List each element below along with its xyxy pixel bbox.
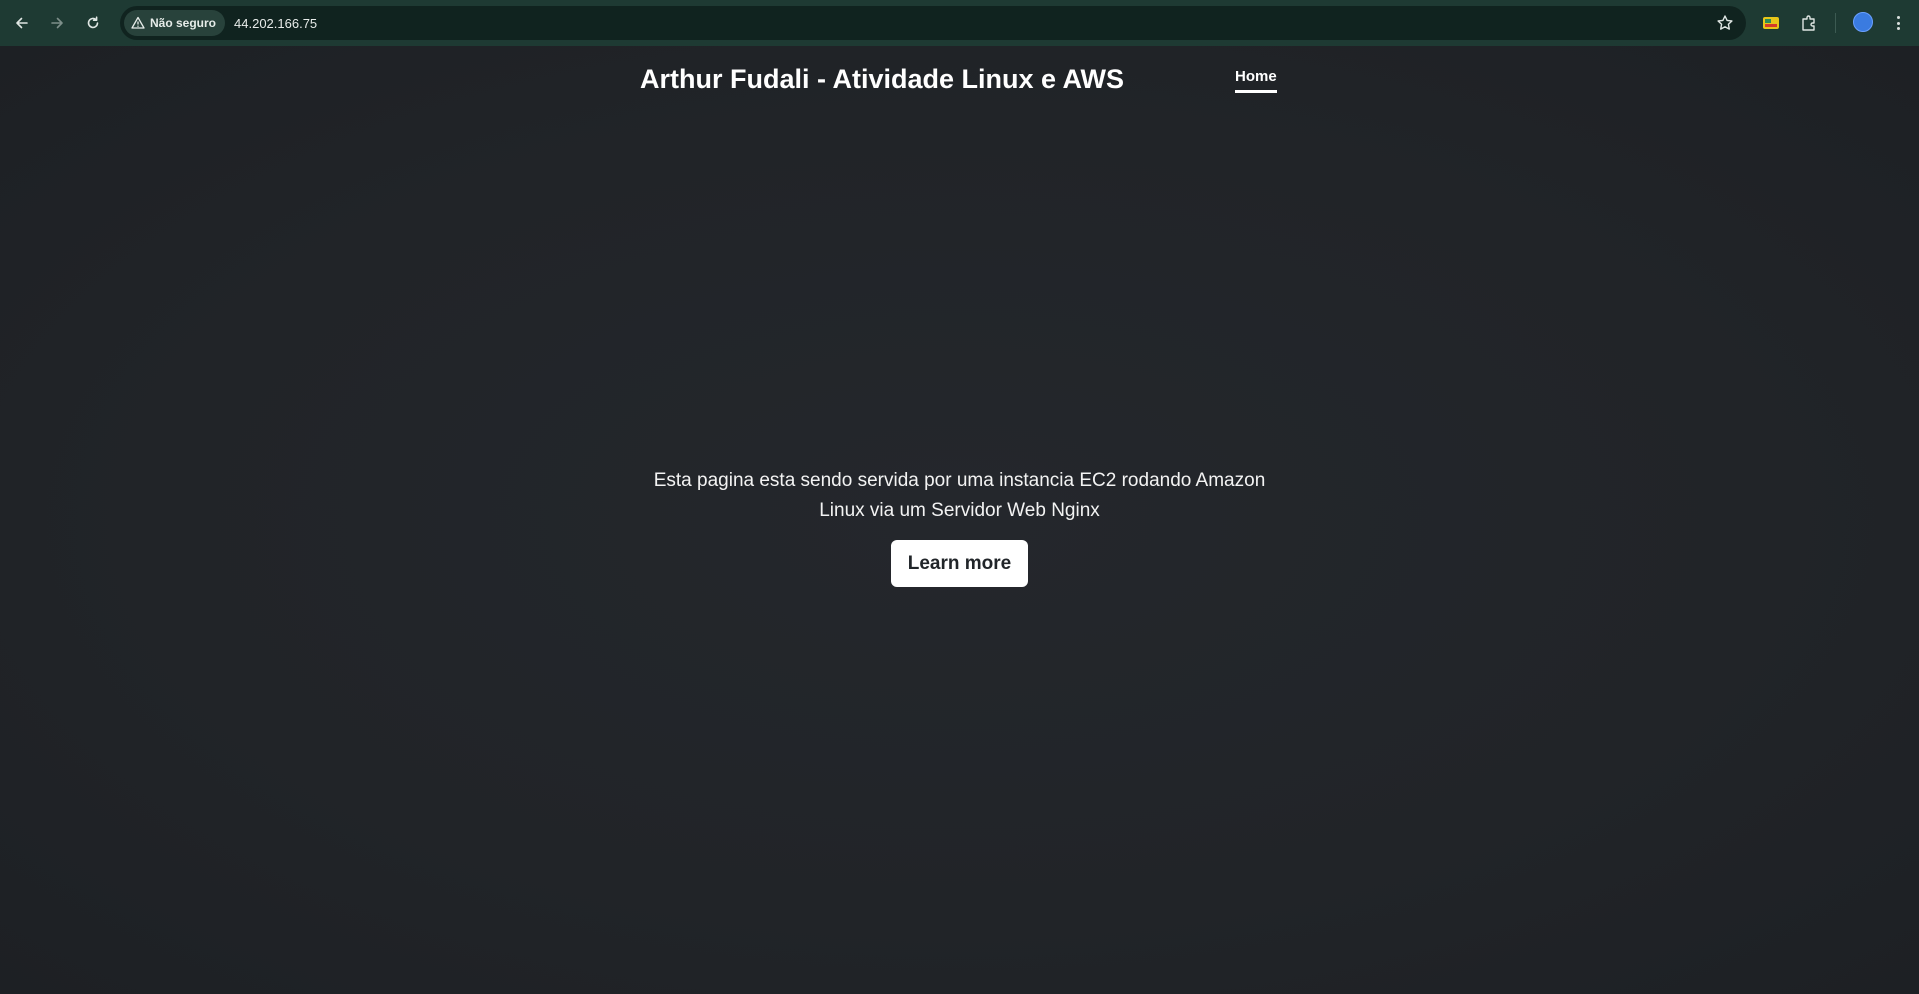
hero-section: Esta pagina esta sendo servida por uma i… — [0, 466, 1919, 587]
warning-icon — [131, 16, 145, 29]
security-chip[interactable]: Não seguro — [124, 10, 226, 36]
toolbar-divider — [1835, 13, 1836, 33]
profile-avatar[interactable] — [1853, 12, 1873, 32]
hero-text: Esta pagina esta sendo servida por uma i… — [653, 470, 1266, 521]
back-arrow-icon[interactable] — [10, 11, 34, 35]
address-bar[interactable]: Não seguro 44.202.166.75 — [120, 6, 1746, 40]
page-title: Arthur Fudali - Atividade Linux e AWS — [640, 64, 1125, 94]
forward-arrow-icon[interactable] — [45, 11, 69, 35]
star-icon[interactable] — [1716, 14, 1734, 32]
web-page: Arthur Fudali - Atividade Linux e AWS Ho… — [0, 46, 1919, 994]
url-text[interactable]: 44.202.166.75 — [234, 16, 317, 31]
learn-more-button[interactable]: Learn more — [890, 540, 1029, 587]
nav-link-home[interactable]: Home — [1235, 68, 1277, 93]
puzzle-icon[interactable] — [1798, 12, 1820, 34]
menu-dots-icon[interactable] — [1891, 13, 1905, 33]
extension-icon[interactable] — [1760, 12, 1782, 34]
security-label: Não seguro — [150, 16, 217, 30]
site-header: Arthur Fudali - Atividade Linux e AWS Ho… — [640, 64, 1280, 114]
browser-toolbar: Não seguro 44.202.166.75 — [0, 0, 1919, 46]
reload-icon[interactable] — [81, 11, 105, 35]
